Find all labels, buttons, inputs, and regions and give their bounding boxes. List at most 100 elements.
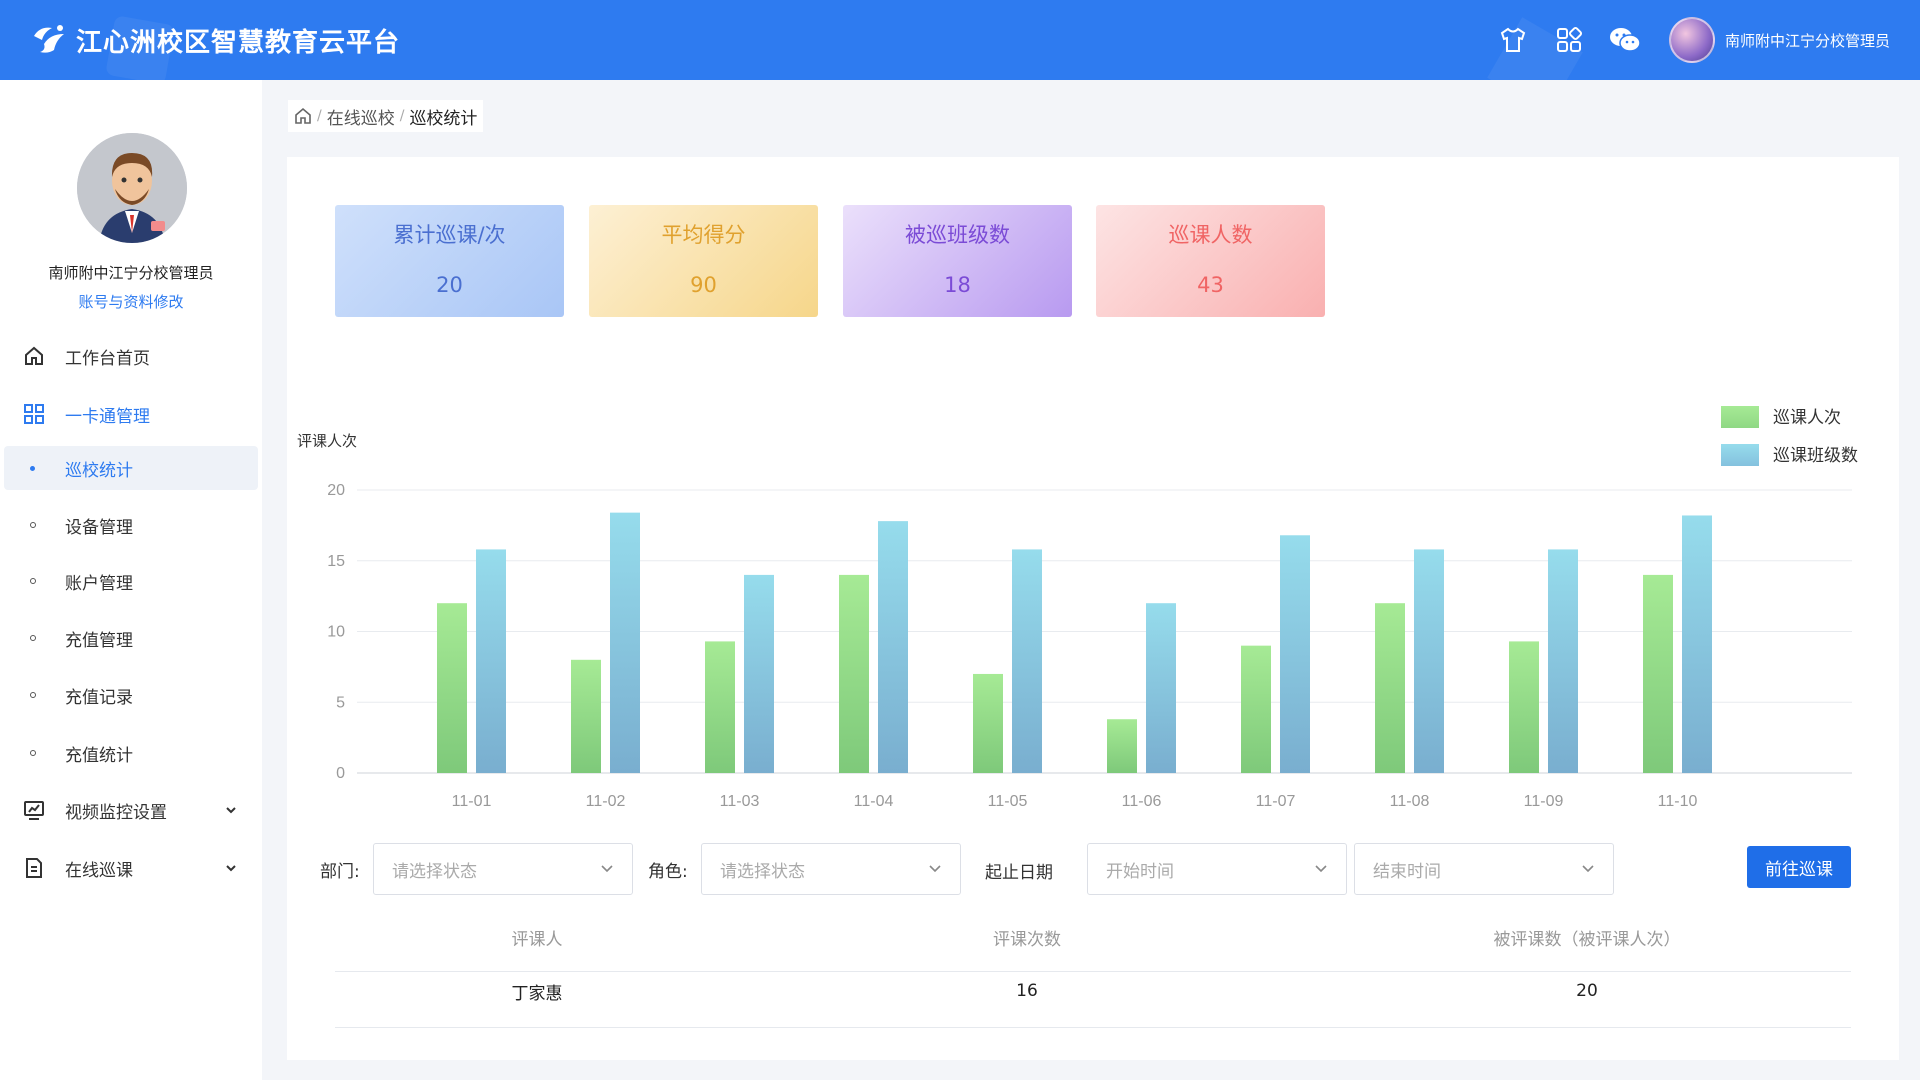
bullet-icon — [30, 635, 36, 641]
apps-icon[interactable] — [1551, 22, 1587, 58]
profile-name: 南师附中江宁分校管理员 — [48, 264, 214, 282]
sidebar-item-online-patrol[interactable]: 在线巡课 — [4, 846, 258, 890]
y-tick-label: 15 — [327, 553, 345, 570]
profile-avatar — [77, 133, 187, 243]
x-tick-label: 11-08 — [1390, 793, 1430, 810]
y-tick-label: 5 — [336, 694, 345, 711]
x-tick-label: 11-05 — [988, 793, 1028, 810]
legend-label: 巡课班级数 — [1773, 446, 1858, 465]
bar-patrol-classes — [744, 574, 774, 773]
y-tick-label: 20 — [327, 482, 345, 499]
sidebar-item-card-management[interactable]: 一卡通管理 — [4, 392, 258, 436]
sidebar-item-patrol-stats[interactable]: 巡校统计 — [4, 446, 258, 490]
table-divider — [335, 971, 1851, 972]
table-header: 被评课数（被评课人次） — [1493, 930, 1681, 950]
dept-select[interactable]: 请选择状态 — [373, 843, 633, 895]
dept-placeholder: 请选择状态 — [392, 861, 477, 882]
chevron-down-icon — [226, 865, 236, 872]
bar-patrol-classes — [1548, 549, 1578, 773]
table-header: 评课次数 — [993, 930, 1061, 950]
end-date-picker[interactable]: 结束时间 — [1354, 843, 1614, 895]
bar-patrol-people — [973, 673, 1003, 773]
bar-patrol-classes — [476, 549, 506, 773]
table-divider — [335, 1027, 1851, 1028]
bullet-icon — [30, 578, 36, 584]
bar-patrol-people — [1107, 719, 1137, 773]
bar-patrol-people — [437, 603, 467, 773]
x-tick-label: 11-07 — [1256, 793, 1296, 810]
sidebar-item-recharge-stats[interactable]: 充值统计 — [4, 731, 258, 775]
app-logo[interactable]: 江心洲校区智慧教育云平台 — [30, 22, 400, 58]
bar-patrol-classes — [1146, 603, 1176, 773]
role-placeholder: 请选择状态 — [720, 861, 805, 882]
sidebar-item-label: 巡校统计 — [65, 460, 133, 481]
x-tick-label: 11-10 — [1658, 793, 1698, 810]
legend-swatch — [1721, 406, 1759, 428]
role-label: 角色: — [648, 862, 688, 882]
bar-patrol-classes — [878, 521, 908, 773]
sidebar: 南师附中江宁分校管理员 账号与资料修改 工作台首页 一卡通管理 巡校统计 设备管… — [0, 80, 262, 1080]
home-icon — [22, 344, 46, 368]
sidebar-item-label: 充值统计 — [65, 745, 133, 766]
monitor-icon — [22, 798, 46, 822]
sidebar-item-label: 视频监控设置 — [65, 802, 167, 823]
bar-patrol-people — [571, 659, 601, 773]
x-tick-label: 11-09 — [1524, 793, 1564, 810]
y-tick-label: 0 — [336, 765, 345, 782]
stat-label: 被巡班级数 — [905, 223, 1010, 247]
legend-swatch — [1721, 444, 1759, 466]
x-tick-label: 11-02 — [586, 793, 626, 810]
sidebar-item-home[interactable]: 工作台首页 — [4, 334, 258, 378]
table-cell: 16 — [1016, 981, 1038, 1001]
start-date-placeholder: 开始时间 — [1106, 861, 1174, 882]
sidebar-item-label: 账户管理 — [65, 573, 133, 594]
x-tick-label: 11-03 — [720, 793, 760, 810]
chevron-down-icon — [929, 865, 941, 873]
stat-card-total-patrols: 累计巡课/次 20 — [335, 205, 564, 317]
go-patrol-button[interactable]: 前往巡课 — [1747, 846, 1851, 888]
table-cell: 丁家惠 — [511, 984, 563, 1004]
x-tick-label: 11-01 — [452, 793, 492, 810]
user-avatar[interactable] — [1668, 17, 1715, 63]
breadcrumb: / 在线巡校 / 巡校统计 — [288, 100, 484, 132]
sidebar-item-label: 工作台首页 — [65, 348, 150, 369]
sidebar-item-device-management[interactable]: 设备管理 — [4, 503, 258, 547]
bullet-icon — [30, 465, 35, 471]
sidebar-item-recharge-management[interactable]: 充值管理 — [4, 616, 258, 660]
sidebar-item-label: 设备管理 — [65, 517, 133, 538]
y-tick-label: 10 — [327, 624, 345, 641]
patrol-chart: 评课人次 0 5 10 15 20 11-01 11-02 11-03 11-04 11-05 11-… — [287, 387, 1899, 857]
wechat-icon[interactable] — [1607, 22, 1643, 58]
breadcrumb-separator: / — [399, 108, 405, 124]
date-range-label: 起止日期 — [985, 863, 1053, 883]
sidebar-item-recharge-records[interactable]: 充值记录 — [4, 673, 258, 717]
bar-patrol-people — [1375, 603, 1405, 773]
header-username[interactable]: 南师附中江宁分校管理员 — [1725, 30, 1890, 51]
bullet-icon — [30, 692, 36, 698]
role-select[interactable]: 请选择状态 — [701, 843, 961, 895]
start-date-picker[interactable]: 开始时间 — [1087, 843, 1347, 895]
sidebar-item-video-monitoring[interactable]: 视频监控设置 — [4, 788, 258, 832]
breadcrumb-current: 巡校统计 — [409, 108, 478, 129]
stat-value: 90 — [690, 273, 717, 297]
breadcrumb-item[interactable]: 在线巡校 — [327, 104, 395, 129]
end-date-placeholder: 结束时间 — [1373, 861, 1441, 882]
stat-card-classes-patrolled: 被巡班级数 18 — [843, 205, 1072, 317]
logo-icon — [34, 25, 64, 53]
bar-patrol-classes — [1012, 549, 1042, 773]
bullet-icon — [30, 522, 36, 528]
sidebar-item-label: 在线巡课 — [65, 860, 133, 881]
account-settings-link[interactable]: 账号与资料修改 — [0, 291, 262, 312]
bar-chart-svg: 评课人次 0 5 10 15 20 11-01 11-02 11-03 11-04 11-05 11-… — [297, 406, 1858, 810]
skin-icon[interactable] — [1495, 22, 1531, 58]
bar-patrol-classes — [1280, 535, 1310, 773]
bar-patrol-classes — [1414, 549, 1444, 773]
table-header: 评课人 — [511, 930, 563, 950]
x-tick-label: 11-04 — [854, 793, 894, 810]
chevron-down-icon — [226, 807, 236, 814]
stat-card-patrol-people: 巡课人数 43 — [1096, 205, 1325, 317]
sidebar-item-account-management[interactable]: 账户管理 — [4, 559, 258, 603]
home-icon[interactable] — [294, 107, 312, 125]
legend-label: 巡课人次 — [1773, 408, 1841, 427]
stat-card-average-score: 平均得分 90 — [589, 205, 818, 317]
